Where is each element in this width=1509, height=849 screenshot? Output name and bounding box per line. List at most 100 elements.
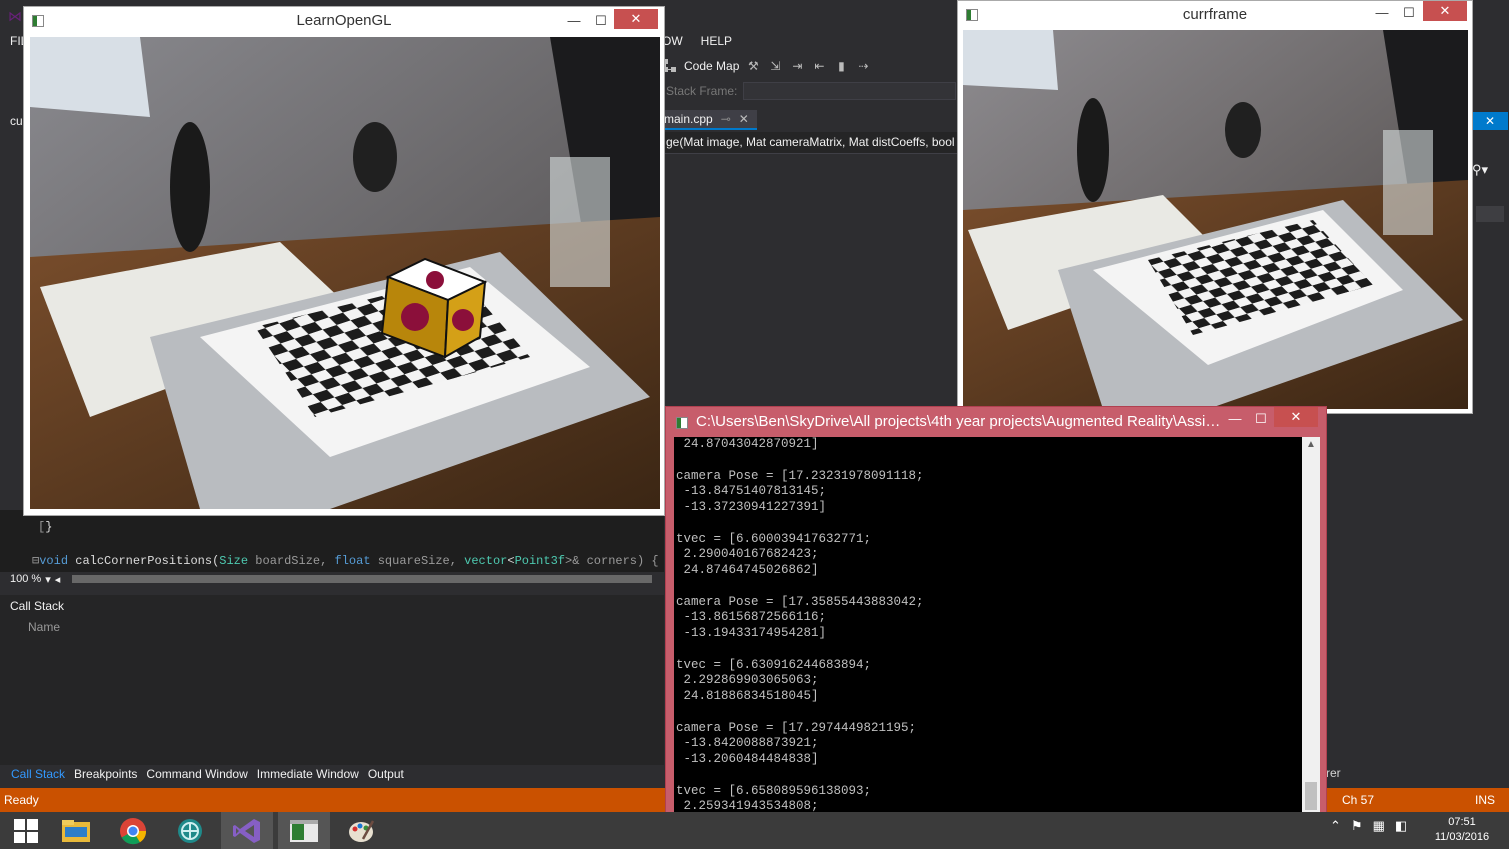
- tab-command-window[interactable]: Command Window: [146, 767, 247, 781]
- horizontal-scrollbar[interactable]: [72, 575, 653, 583]
- volume-icon[interactable]: ◧: [1395, 818, 1407, 834]
- close-button[interactable]: ✕: [614, 9, 658, 29]
- scroll-left-icon[interactable]: ◂: [55, 573, 61, 586]
- tab-immediate-window[interactable]: Immediate Window: [257, 767, 359, 781]
- ar-scene-image: [30, 37, 660, 509]
- taskbar-clock[interactable]: 07:51 11/03/2016: [1432, 815, 1492, 845]
- status-column: Ch 57: [1342, 793, 1375, 807]
- minimize-button[interactable]: —: [561, 11, 587, 31]
- console-title[interactable]: C:\Users\Ben\SkyDrive\All projects\4th y…: [696, 413, 1221, 430]
- pin-icon[interactable]: ⊸: [721, 112, 731, 126]
- close-tab-icon[interactable]: ✕: [739, 112, 749, 126]
- bookmark-icon[interactable]: ▮: [833, 58, 849, 74]
- paint-icon: [349, 819, 375, 842]
- console-line: -13.8420088873921;: [676, 736, 819, 751]
- right-panel-tab-fragment[interactable]: rer: [1326, 766, 1341, 780]
- console-output[interactable]: 24.87043042870921] camera Pose = [17.232…: [674, 437, 1302, 815]
- learnopengl-window: LearnOpenGL — ☐ ✕: [23, 6, 665, 516]
- call-stack-title: Call Stack: [10, 599, 65, 613]
- console-line: 24.81886834518045]: [676, 689, 819, 703]
- visual-studio-icon: [233, 818, 260, 843]
- maximize-button[interactable]: ☐: [588, 11, 614, 31]
- maximize-button[interactable]: ☐: [1396, 3, 1422, 23]
- close-button[interactable]: ✕: [1423, 1, 1467, 21]
- console-line: 24.87464745026862]: [676, 563, 819, 577]
- window-app-icon: [32, 15, 44, 27]
- console-line: tvec = [6.630916244683894;: [676, 657, 872, 672]
- search-icon[interactable]: ⚲▾: [1472, 162, 1488, 178]
- taskbar-chrome[interactable]: [107, 812, 159, 849]
- vs-logo-icon: ⋈: [8, 8, 22, 24]
- taskbar-visual-studio[interactable]: [221, 812, 273, 849]
- tab-main-cpp[interactable]: main.cpp ⊸ ✕: [662, 110, 757, 130]
- tab-label: main.cpp: [664, 112, 713, 126]
- function-signature-bar[interactable]: ge(Mat image, Mat cameraMatrix, Mat dist…: [662, 132, 957, 154]
- status-ready: Ready: [4, 793, 39, 807]
- next-bookmark-icon[interactable]: ⇢: [855, 58, 871, 74]
- tab-output[interactable]: Output: [368, 767, 404, 781]
- console-line: -13.84751407813145;: [676, 484, 827, 499]
- console-line: tvec = [6.600039417632771;: [676, 531, 872, 546]
- code-line-brace: [}: [38, 520, 53, 534]
- opengl-render-view[interactable]: [30, 37, 660, 509]
- currframe-window: currframe — ☐ ✕: [957, 0, 1473, 414]
- network-app-icon: [178, 818, 202, 843]
- start-button[interactable]: [0, 812, 52, 849]
- scroll-up-icon[interactable]: ▲: [1302, 439, 1320, 450]
- taskbar-paint[interactable]: [335, 812, 387, 849]
- console-line: tvec = [6.658089596138093;: [676, 783, 872, 798]
- indent-icon[interactable]: ⇥: [789, 58, 805, 74]
- console-app-icon: [290, 819, 318, 842]
- flag-icon[interactable]: ⚑: [1351, 818, 1363, 834]
- console-window: C:\Users\Ben\SkyDrive\All projects\4th y…: [665, 406, 1327, 838]
- zoom-level[interactable]: 100 %: [10, 573, 41, 585]
- panel-scrollbar[interactable]: [1476, 206, 1504, 222]
- console-line: -13.86156872566116;: [676, 610, 827, 625]
- console-line: -13.37230941227391]: [676, 500, 827, 514]
- console-scrollbar[interactable]: ▲ ▼: [1302, 437, 1320, 833]
- clock-time: 07:51: [1448, 816, 1476, 828]
- zoom-dropdown-icon[interactable]: ▾: [45, 573, 51, 586]
- tray-expand-icon[interactable]: ⌃: [1330, 818, 1341, 834]
- taskbar-network-app[interactable]: [164, 812, 216, 849]
- step-icon[interactable]: ⇲: [767, 58, 783, 74]
- scroll-thumb[interactable]: [1305, 782, 1317, 810]
- system-tray: ⌃ ⚑ ▦ ◧: [1330, 818, 1407, 834]
- file-explorer-icon: [62, 819, 90, 842]
- debug-toolbar: Code Map ⚒ ⇲ ⇥ ⇤ ▮ ⇢: [662, 54, 962, 78]
- clock-date: 11/03/2016: [1434, 831, 1490, 843]
- call-stack-column-name[interactable]: Name: [28, 620, 60, 634]
- console-app-icon: [676, 417, 688, 429]
- menu-window[interactable]: OW: [662, 34, 683, 52]
- minimize-button[interactable]: —: [1369, 3, 1395, 23]
- bottom-tool-tabs: Call Stack Breakpoints Command Window Im…: [0, 764, 404, 784]
- call-stack-panel: [0, 595, 664, 765]
- start-icon: [14, 818, 38, 843]
- camera-frame-view[interactable]: [963, 30, 1468, 409]
- stack-frame-selector: Stack Frame:: [666, 82, 956, 100]
- close-button[interactable]: ✕: [1274, 407, 1318, 427]
- console-line: camera Pose = [17.23231978091118;: [676, 468, 924, 483]
- console-line: camera Pose = [17.2974449821195;: [676, 720, 917, 735]
- code-map-button[interactable]: Code Map: [684, 59, 739, 73]
- left-tab-fragment[interactable]: cu: [10, 114, 23, 128]
- filter-icon[interactable]: ⚒: [745, 58, 761, 74]
- chrome-icon: [120, 817, 147, 844]
- console-text: 24.87043042870921] camera Pose = [17.232…: [676, 437, 924, 815]
- panel-close-icon[interactable]: ✕: [1472, 112, 1508, 130]
- maximize-button[interactable]: ☐: [1248, 409, 1274, 429]
- outdent-icon[interactable]: ⇤: [811, 58, 827, 74]
- tab-breakpoints[interactable]: Breakpoints: [74, 767, 137, 781]
- network-icon[interactable]: ▦: [1373, 818, 1385, 834]
- taskbar-file-explorer[interactable]: [50, 812, 102, 849]
- window-app-icon: [966, 9, 978, 21]
- minimize-button[interactable]: —: [1222, 409, 1248, 429]
- console-line: -13.19433174954281]: [676, 626, 827, 640]
- taskbar-console-app[interactable]: [278, 812, 330, 849]
- menu-help[interactable]: HELP: [701, 34, 732, 52]
- stack-frame-dropdown[interactable]: [743, 82, 956, 100]
- tab-call-stack[interactable]: Call Stack: [11, 767, 65, 781]
- stack-frame-label: Stack Frame:: [666, 84, 738, 98]
- camera-frame-image: [963, 30, 1468, 409]
